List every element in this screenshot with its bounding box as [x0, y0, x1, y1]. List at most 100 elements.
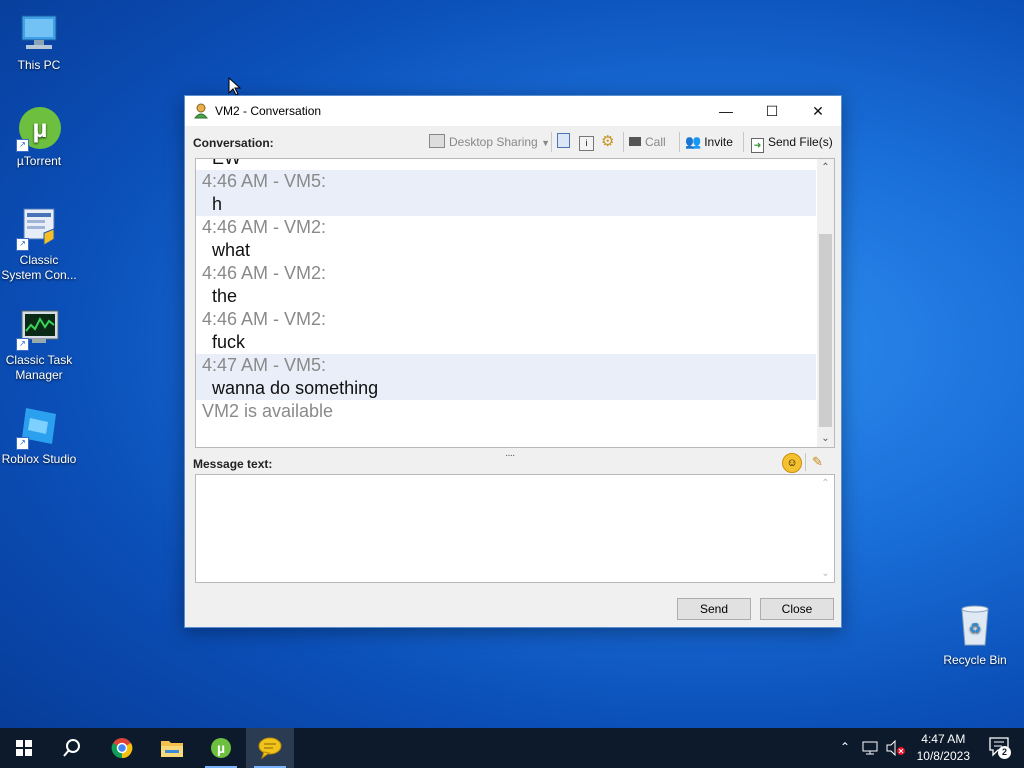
message-input[interactable]: [196, 475, 818, 582]
search-button[interactable]: [48, 728, 96, 768]
call-button[interactable]: Call: [629, 133, 666, 151]
desktop-icon-label: Classic System Con...: [1, 253, 77, 282]
chrome-icon: [111, 738, 133, 759]
minimize-button[interactable]: —: [703, 96, 749, 126]
network-icon[interactable]: [862, 741, 880, 755]
message-body: what: [212, 240, 251, 260]
message-body: EW: [212, 158, 241, 168]
chat-bubble-icon: [258, 737, 282, 759]
message-item: 4:46 AM - VM2: the: [196, 262, 816, 308]
message-header: 4:46 AM - VM2:: [202, 217, 327, 237]
message-body: the: [212, 286, 238, 306]
desktop-icon-label: Recycle Bin: [943, 653, 1007, 667]
folder-icon: [161, 741, 183, 757]
contact-person-icon: [194, 103, 208, 119]
desktop-icon-label: Classic Task Manager: [5, 353, 73, 382]
windows-logo-icon: [16, 740, 32, 756]
close-button[interactable]: Close: [760, 598, 834, 620]
message-item: EW: [196, 158, 816, 170]
mouse-cursor-icon: [228, 77, 242, 96]
shortcut-arrow-icon: ↗: [16, 139, 29, 152]
taskbar-file-explorer[interactable]: [148, 728, 196, 768]
desktop-icon-label: Roblox Studio: [1, 452, 77, 466]
desktop-icon-recycle-bin[interactable]: ♻ Recycle Bin: [940, 603, 1010, 667]
send-button[interactable]: Send: [677, 598, 751, 620]
pane-splitter-grip[interactable]: ····: [505, 450, 521, 461]
add-people-icon: 👥: [685, 134, 702, 149]
settings-button[interactable]: ⚙: [601, 133, 614, 151]
conversation-history[interactable]: EW 4:46 AM - VM5: h 4:46 AM - VM2: what …: [195, 158, 835, 448]
video-camera-icon: [629, 137, 641, 146]
shortcut-arrow-icon: ↗: [16, 437, 29, 450]
message-body: fuck: [212, 332, 246, 352]
conversation-scrollbar[interactable]: ⌃ ⌄: [817, 159, 834, 447]
utorrent-icon: µ ↗: [16, 106, 62, 152]
desktop-icon-classic-system-config[interactable]: ↗ Classic System Con...: [0, 205, 78, 283]
shortcut-arrow-icon: ↗: [16, 338, 29, 351]
scroll-down-arrow-icon[interactable]: ⌄: [817, 565, 834, 582]
message-list: EW 4:46 AM - VM5: h 4:46 AM - VM2: what …: [196, 158, 816, 423]
scroll-down-arrow-icon[interactable]: ⌄: [817, 430, 834, 447]
svg-text:µ: µ: [217, 740, 225, 756]
start-button[interactable]: [0, 728, 48, 768]
scrollbar-thumb[interactable]: [819, 234, 832, 427]
smiley-icon: ☺: [786, 457, 798, 469]
send-file-icon: ➜: [751, 138, 764, 153]
computer-icon: [16, 10, 62, 56]
action-center-button[interactable]: 2: [988, 736, 1012, 759]
message-body: wanna do something: [212, 378, 379, 398]
message-body: h: [212, 194, 223, 214]
contact-info-button[interactable]: i: [579, 133, 594, 151]
dropdown-arrow-icon: ▼: [541, 138, 550, 148]
emoticon-button[interactable]: ☺: [782, 453, 802, 473]
send-files-button[interactable]: ➜ Send File(s): [751, 133, 833, 153]
maximize-button[interactable]: ☐: [749, 96, 795, 126]
scroll-up-arrow-icon[interactable]: ⌃: [817, 475, 834, 492]
message-item: 4:46 AM - VM2: what: [196, 216, 816, 262]
conversation-toolbar: Conversation: Desktop Sharing ▼ i ⚙ Call…: [185, 126, 841, 156]
system-tray: ⌃: [836, 728, 916, 768]
message-item: 4:47 AM - VM5: wanna do something: [196, 354, 816, 400]
clock-date: 10/8/2023: [916, 749, 970, 763]
history-button[interactable]: [557, 133, 570, 151]
volume-muted-icon[interactable]: [886, 740, 906, 756]
chevron-up-icon[interactable]: ⌃: [840, 740, 850, 754]
close-window-button[interactable]: ✕: [795, 96, 841, 126]
desktop-icon-classic-task-manager[interactable]: ↗ Classic Task Manager: [0, 305, 78, 383]
message-text-label: Message text:: [193, 457, 273, 471]
recycle-bin-icon: ♻: [952, 603, 998, 649]
font-format-button[interactable]: ✎: [812, 453, 830, 471]
window-titlebar[interactable]: VM2 - Conversation — ☐ ✕: [185, 96, 841, 126]
conversation-label: Conversation:: [193, 136, 274, 150]
message-header: 4:46 AM - VM2:: [202, 263, 327, 283]
message-item: 4:46 AM - VM5: h: [196, 170, 816, 216]
desktop-icon-utorrent[interactable]: µ ↗ µTorrent: [0, 106, 78, 169]
desktop-icon-this-pc[interactable]: This PC: [0, 10, 78, 73]
window-title: VM2 - Conversation: [215, 104, 322, 118]
contact-card-icon: i: [579, 136, 594, 151]
presence-status-line: VM2 is available: [202, 401, 334, 421]
taskbar-messenger[interactable]: [246, 728, 294, 768]
taskbar-clock[interactable]: 4:47 AM 10/8/2023: [917, 731, 970, 765]
message-item: 4:46 AM - VM2: fuck: [196, 308, 816, 354]
taskbar-chrome[interactable]: [98, 728, 146, 768]
notebook-icon: [557, 133, 570, 148]
input-scrollbar[interactable]: ⌃ ⌄: [817, 475, 834, 582]
desktop-icon-roblox-studio[interactable]: ↗ Roblox Studio: [0, 404, 78, 467]
message-header: 4:46 AM - VM2:: [202, 309, 327, 329]
desktop-icon-label: µTorrent: [16, 154, 62, 168]
gear-icon: ⚙: [601, 133, 615, 150]
desktop-sharing-button[interactable]: Desktop Sharing ▼: [429, 133, 550, 151]
invite-button[interactable]: 👥 Invite: [685, 133, 733, 151]
svg-text:µ: µ: [33, 113, 48, 143]
system-config-icon: ↗: [16, 205, 62, 251]
scroll-up-arrow-icon[interactable]: ⌃: [817, 159, 834, 176]
message-header: 4:47 AM - VM5:: [202, 355, 327, 375]
message-header: 4:46 AM - VM5:: [202, 171, 327, 191]
svg-text:♻: ♻: [969, 621, 982, 637]
notification-count-badge: 2: [998, 746, 1011, 759]
search-icon: [63, 739, 80, 757]
taskbar-utorrent[interactable]: µ: [197, 728, 245, 768]
clock-time: 4:47 AM: [921, 732, 966, 746]
utorrent-icon: µ: [211, 738, 231, 758]
